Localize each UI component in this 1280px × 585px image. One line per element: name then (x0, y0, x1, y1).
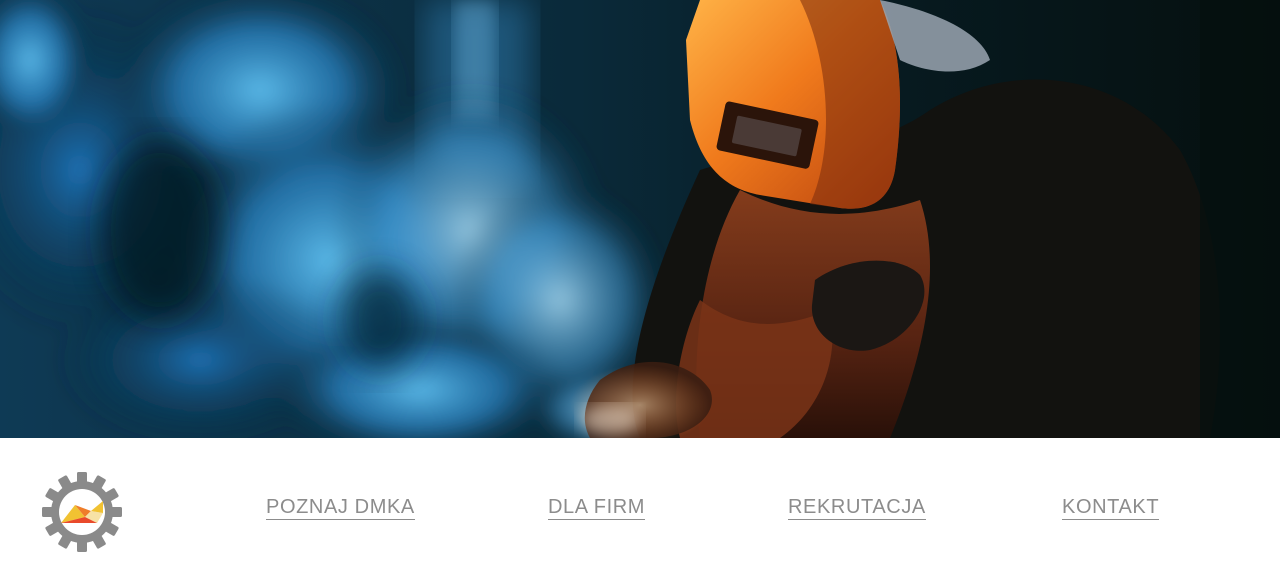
hero-image (0, 0, 1280, 438)
page: POZNAJ DMKA DLA FIRM REKRUTACJA KONTAKT (0, 0, 1280, 585)
nav-link-dla-firm[interactable]: DLA FIRM (548, 496, 646, 520)
nav-link-rekrutacja[interactable]: REKRUTACJA (788, 496, 926, 520)
home-logo-link[interactable] (41, 471, 123, 553)
gear-logo-icon (42, 472, 122, 552)
footer-nav-bar: POZNAJ DMKA DLA FIRM REKRUTACJA KONTAKT (0, 438, 1280, 585)
hero-photo (0, 0, 1280, 438)
nav-link-poznaj-dmka[interactable]: POZNAJ DMKA (266, 496, 415, 520)
nav-link-kontakt[interactable]: KONTAKT (1062, 496, 1160, 520)
